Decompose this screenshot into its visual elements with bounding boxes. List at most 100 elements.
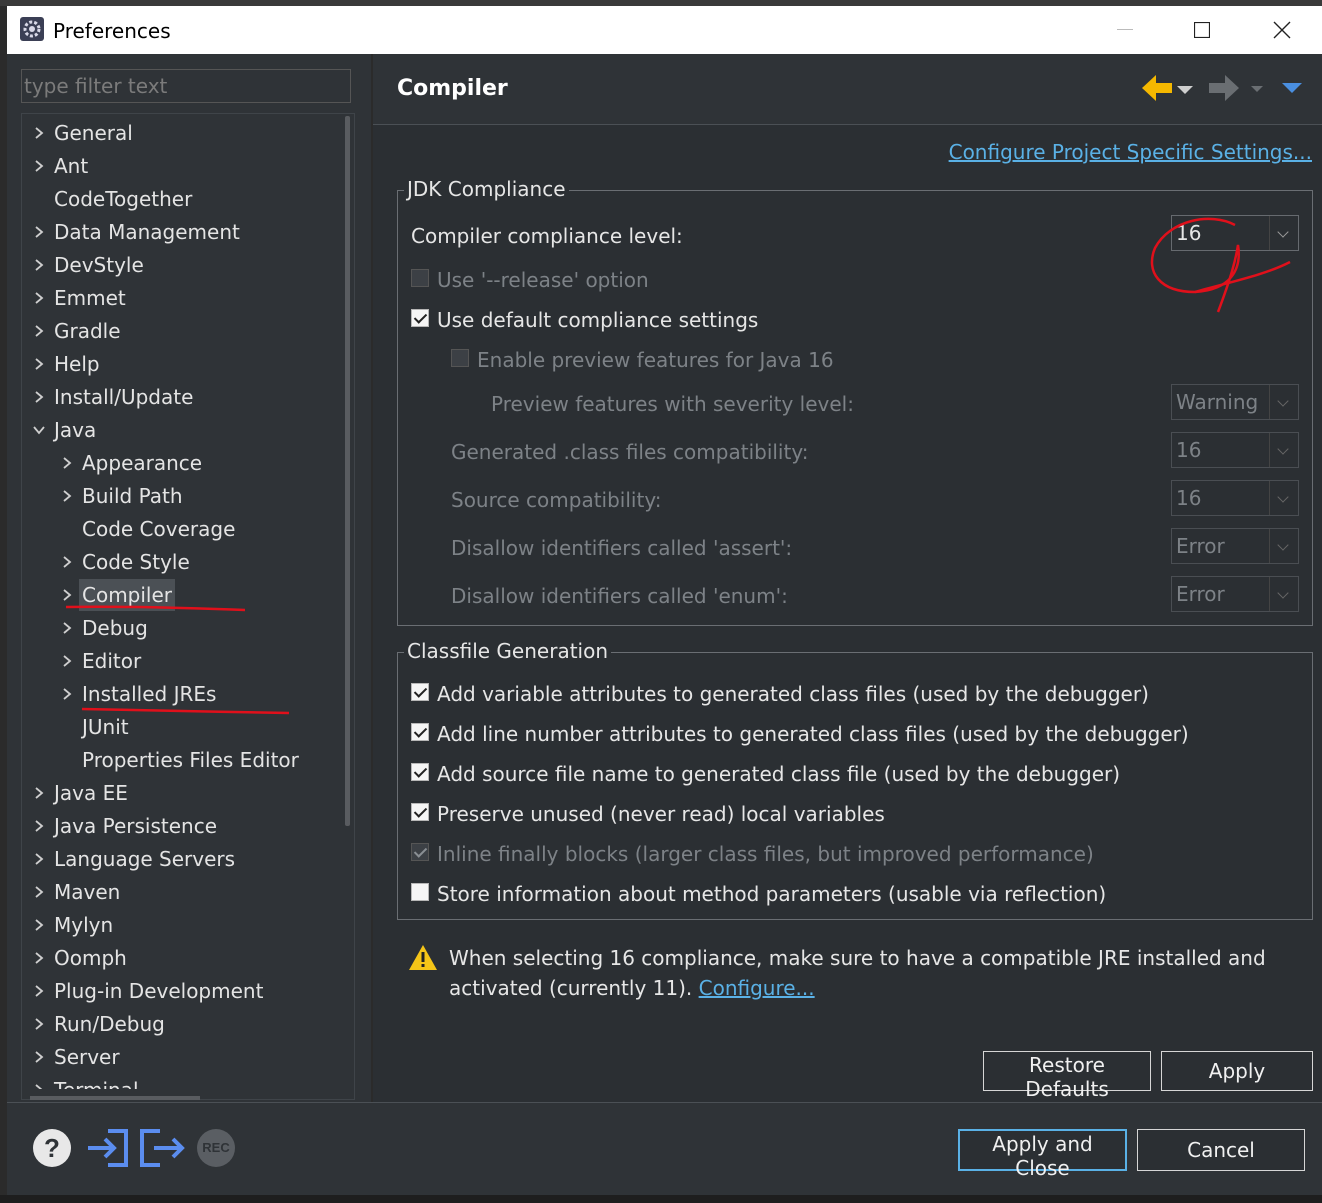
chevron-right-icon[interactable] [61, 622, 73, 634]
tree-item-editor[interactable]: Editor [21, 645, 345, 677]
chevron-right-icon[interactable] [33, 391, 45, 403]
source-file-name-label: Add source file name to generated class … [437, 762, 1121, 786]
forward-arrow-icon[interactable] [1207, 72, 1241, 104]
compliance-level-combo[interactable]: 16 [1171, 215, 1299, 251]
maximize-button[interactable] [1172, 6, 1232, 54]
tree-item-install-update[interactable]: Install/Update [21, 381, 345, 413]
chevron-right-icon[interactable] [33, 325, 45, 337]
tree-item-devstyle[interactable]: DevStyle [21, 249, 345, 281]
chevron-right-icon[interactable] [33, 1051, 45, 1063]
chevron-right-icon[interactable] [33, 787, 45, 799]
export-icon[interactable] [138, 1127, 188, 1169]
tree-item-installed-jres[interactable]: Installed JREs [21, 678, 345, 710]
chevron-right-icon[interactable] [33, 820, 45, 832]
back-dropdown-icon[interactable] [1176, 85, 1194, 95]
chevron-right-icon[interactable] [33, 292, 45, 304]
tree-item-build-path[interactable]: Build Path [21, 480, 345, 512]
tree-item-java[interactable]: Java [21, 414, 345, 446]
tree-item-code-style[interactable]: Code Style [21, 546, 345, 578]
assert-identifier-combo[interactable]: Error [1171, 528, 1299, 564]
chevron-down-icon[interactable] [1269, 577, 1298, 611]
chevron-down-icon[interactable] [1269, 529, 1298, 563]
tree-item-oomph[interactable]: Oomph [21, 942, 345, 974]
source-compat-combo[interactable]: 16 [1171, 480, 1299, 516]
tree-item-emmet[interactable]: Emmet [21, 282, 345, 314]
tree-item-mylyn[interactable]: Mylyn [21, 909, 345, 941]
close-button[interactable] [1252, 6, 1312, 54]
tree-horizontal-scrollbar[interactable] [30, 1096, 200, 1100]
back-arrow-icon[interactable] [1140, 72, 1174, 104]
chevron-right-icon[interactable] [33, 259, 45, 271]
tree-item-run-debug[interactable]: Run/Debug [21, 1008, 345, 1040]
view-menu-icon[interactable] [1281, 82, 1303, 94]
tree-item-java-ee[interactable]: Java EE [21, 777, 345, 809]
chevron-right-icon[interactable] [33, 919, 45, 931]
tree-item-properties-files-editor[interactable]: Properties Files Editor [21, 744, 345, 776]
filter-input[interactable] [21, 69, 351, 103]
apply-button[interactable]: Apply [1161, 1051, 1313, 1091]
tree-item-debug[interactable]: Debug [21, 612, 345, 644]
record-macro-icon[interactable]: REC [197, 1129, 235, 1167]
tree-item-ant[interactable]: Ant [21, 150, 345, 182]
chevron-right-icon[interactable] [33, 853, 45, 865]
tree-item-code-coverage[interactable]: Code Coverage [21, 513, 345, 545]
chevron-down-icon[interactable] [33, 424, 45, 436]
chevron-down-icon[interactable] [1269, 481, 1298, 515]
chevron-right-icon[interactable] [61, 457, 73, 469]
method-parameters-checkbox[interactable] [411, 883, 429, 901]
tree-item-gradle[interactable]: Gradle [21, 315, 345, 347]
import-icon[interactable] [86, 1127, 130, 1169]
preview-severity-combo[interactable]: Warning [1171, 384, 1299, 420]
chevron-down-icon[interactable] [1269, 385, 1298, 419]
generated-class-combo[interactable]: 16 [1171, 432, 1299, 468]
release-option-checkbox[interactable] [411, 269, 429, 287]
tree-item-data-management[interactable]: Data Management [21, 216, 345, 248]
chevron-right-icon[interactable] [33, 985, 45, 997]
chevron-right-icon[interactable] [33, 886, 45, 898]
tree-item-server[interactable]: Server [21, 1041, 345, 1073]
help-icon[interactable]: ? [31, 1127, 73, 1169]
minimize-button[interactable] [1095, 6, 1155, 54]
tree-item-terminal[interactable]: Terminal [21, 1074, 345, 1089]
tree-item-appearance[interactable]: Appearance [21, 447, 345, 479]
chevron-right-icon[interactable] [61, 688, 73, 700]
tree-item-java-persistence[interactable]: Java Persistence [21, 810, 345, 842]
chevron-right-icon[interactable] [61, 490, 73, 502]
chevron-right-icon[interactable] [33, 1018, 45, 1030]
chevron-right-icon[interactable] [61, 655, 73, 667]
tree-vertical-scrollbar[interactable] [345, 116, 350, 826]
chevron-right-icon[interactable] [33, 226, 45, 238]
tree-item-general[interactable]: General [21, 117, 345, 149]
restore-defaults-button[interactable]: Restore Defaults [983, 1051, 1151, 1101]
tree-item-plug-in-development[interactable]: Plug-in Development [21, 975, 345, 1007]
cancel-button[interactable]: Cancel [1137, 1129, 1305, 1171]
use-default-compliance-checkbox[interactable] [411, 309, 429, 327]
chevron-right-icon[interactable] [33, 1084, 45, 1089]
chevron-right-icon[interactable] [33, 358, 45, 370]
apply-and-close-button[interactable]: Apply and Close [958, 1129, 1127, 1180]
tree-item-codetogether[interactable]: CodeTogether [21, 183, 345, 215]
tree-item-compiler[interactable]: Compiler [21, 579, 345, 611]
chevron-right-icon[interactable] [61, 589, 73, 601]
configure-project-settings-link[interactable]: Configure Project Specific Settings... [949, 140, 1312, 164]
chevron-right-icon[interactable] [61, 556, 73, 568]
tree-item-junit[interactable]: JUnit [21, 711, 345, 743]
variable-attributes-checkbox[interactable] [411, 683, 429, 701]
chevron-right-icon[interactable] [33, 952, 45, 964]
configure-jre-link[interactable]: Configure... [699, 976, 815, 1000]
chevron-right-icon[interactable] [33, 160, 45, 172]
source-file-name-checkbox[interactable] [411, 763, 429, 781]
chevron-down-icon[interactable] [1269, 433, 1298, 467]
chevron-right-icon[interactable] [33, 127, 45, 139]
line-number-attributes-checkbox[interactable] [411, 723, 429, 741]
tree-item-language-servers[interactable]: Language Servers [21, 843, 345, 875]
inline-finally-checkbox[interactable] [411, 843, 429, 861]
tree-item-help[interactable]: Help [21, 348, 345, 380]
forward-dropdown-icon[interactable] [1250, 85, 1264, 93]
warning-icon [409, 945, 437, 970]
chevron-down-icon[interactable] [1269, 216, 1298, 250]
preserve-unused-checkbox[interactable] [411, 803, 429, 821]
enable-preview-checkbox[interactable] [451, 349, 469, 367]
enum-identifier-combo[interactable]: Error [1171, 576, 1299, 612]
tree-item-maven[interactable]: Maven [21, 876, 345, 908]
